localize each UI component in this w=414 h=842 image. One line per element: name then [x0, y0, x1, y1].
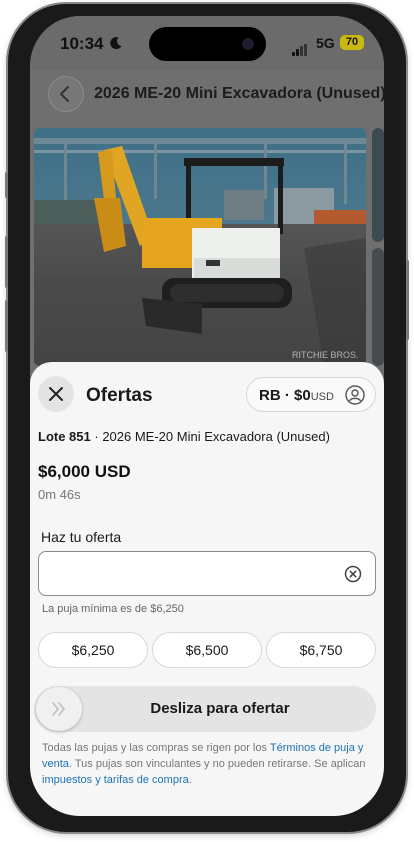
chevron-left-icon: [60, 86, 69, 102]
clear-circle-icon[interactable]: [344, 565, 362, 583]
lot-title: 2026 ME-20 Mini Excavadora (Unused): [102, 429, 330, 444]
thumbnail-photo-2[interactable]: [372, 248, 384, 366]
account-balance: RB · $0USD: [259, 387, 334, 404]
moon-icon: [110, 37, 122, 50]
terms-part-2: . Tus pujas son vinculantes y no pueden …: [68, 758, 366, 770]
listing-title: 2026 ME-20 Mini Excavadora (Unused): [94, 85, 384, 102]
minimum-bid-hint: La puja mínima es de $6,250: [42, 603, 184, 615]
excavator-photo[interactable]: RITCHIE BROS.: [34, 128, 366, 366]
taxes-fees-link[interactable]: impuestos y tarifas de compra: [42, 774, 189, 786]
status-time: 10:34: [60, 34, 104, 53]
quick-bid-button-3[interactable]: $6,750: [266, 632, 376, 668]
quick-bid-button-1[interactable]: $6,250: [38, 632, 148, 668]
account-balance-value: RB · $0: [259, 387, 311, 404]
lot-separator: ·: [90, 429, 103, 444]
battery-badge: 70: [340, 35, 364, 50]
power-button: [406, 260, 409, 340]
screen: 10:34 5G 70 2026 ME-20 Mini Excavadora (…: [30, 16, 384, 816]
sheet-title: Ofertas: [86, 385, 153, 406]
offers-sheet: Ofertas RB · $0USD Lote 851 · 2026 ME-20…: [30, 362, 384, 816]
back-button[interactable]: [48, 76, 84, 112]
listing-page-dimmed: 2026 ME-20 Mini Excavadora (Unused) RITC…: [30, 70, 384, 390]
signal-icon: [292, 38, 308, 56]
account-currency: USD: [310, 391, 334, 403]
volume-up-button: [5, 236, 8, 288]
offer-label: Haz tu oferta: [41, 529, 122, 545]
user-icon: [345, 385, 365, 405]
close-icon: [49, 387, 63, 401]
slide-to-bid-slider[interactable]: Desliza para ofertar: [34, 686, 376, 732]
account-balance-pill[interactable]: RB · $0USD: [246, 377, 376, 412]
volume-down-button: [5, 300, 8, 352]
network-label: 5G: [316, 35, 335, 51]
terms-part-3: .: [188, 774, 192, 786]
terms-part-1: Todas las pujas y las compras se rigen p…: [42, 742, 270, 754]
status-bar: 10:34 5G 70: [30, 16, 384, 70]
terms-text: Todas las pujas y las compras se rigen p…: [42, 740, 376, 788]
close-button[interactable]: [38, 376, 74, 412]
offer-input[interactable]: [38, 551, 376, 596]
time-remaining: 0m 46s: [38, 487, 81, 502]
current-price: $6,000 USD: [38, 462, 131, 481]
dynamic-island: [149, 27, 266, 61]
quick-bid-button-2[interactable]: $6,500: [152, 632, 262, 668]
action-button: [5, 172, 8, 198]
thumbnail-photo-1[interactable]: [372, 128, 384, 242]
watermark-text: RITCHIE BROS.: [292, 350, 359, 360]
lot-number: Lote 851: [38, 429, 91, 444]
slider-label: Desliza para ofertar: [150, 700, 290, 717]
lot-line: Lote 851 · 2026 ME-20 Mini Excavadora (U…: [38, 429, 330, 444]
excavator-image: RITCHIE BROS.: [34, 128, 366, 366]
camera-icon: [242, 38, 254, 50]
